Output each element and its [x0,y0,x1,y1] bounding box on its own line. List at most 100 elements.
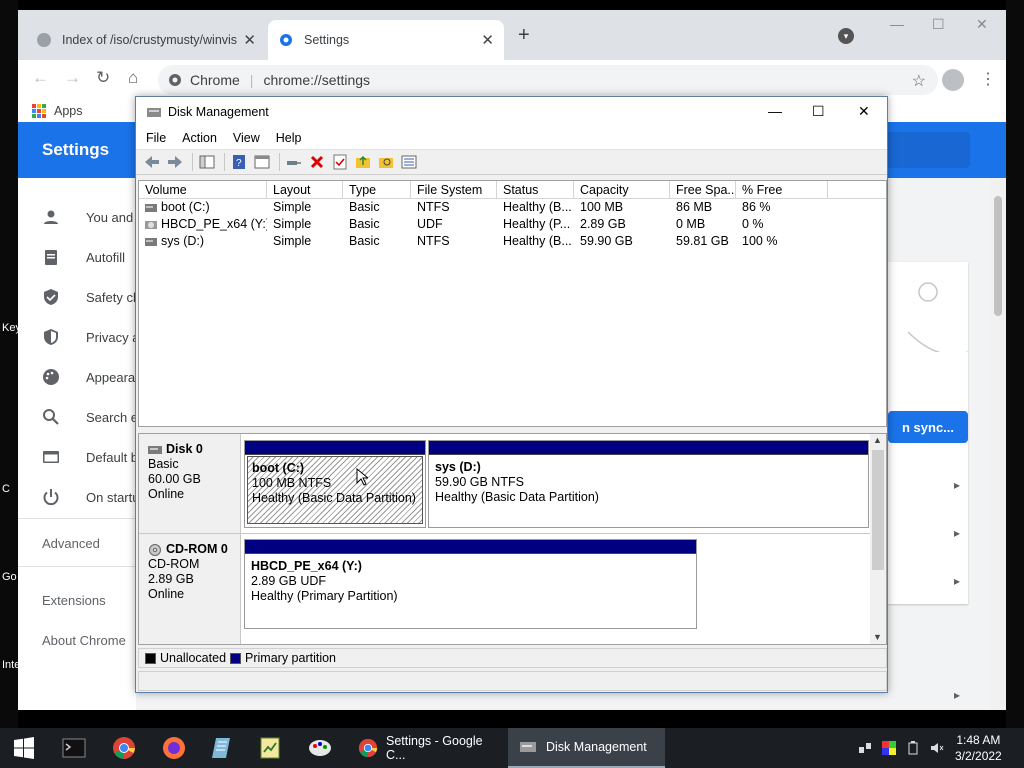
minimize-icon[interactable]: — [890,16,904,32]
folder-up-icon[interactable] [353,153,373,171]
back-button[interactable]: ← [32,68,49,88]
pane-splitter[interactable] [138,428,887,432]
disk-0-info[interactable]: Disk 0 Basic 60.00 GB Online [139,434,241,534]
menu-view[interactable]: View [233,131,260,145]
sidebar-item-safety-check[interactable]: Safety cl [42,288,142,306]
partition-name: sys (D:) [435,460,481,474]
col-status[interactable]: Status [497,181,574,198]
url-text: chrome://settings [263,72,371,88]
sidebar-about-chrome[interactable]: About Chrome [42,633,126,648]
sidebar-item-search-engine[interactable]: Search e [42,408,142,426]
dm-titlebar[interactable]: Disk Management — ☐ ✕ [136,97,887,127]
notes-app-icon[interactable] [210,736,234,760]
maximize-icon[interactable]: ☐ [812,103,825,120]
col-type[interactable]: Type [343,181,411,198]
cell-volume: boot (C:) [161,200,210,214]
sidebar-item-appearance[interactable]: Appeara [42,368,142,386]
cell-free: 0 MB [676,217,706,231]
properties-view-icon[interactable] [252,153,272,171]
cdrom-0-info[interactable]: CD-ROM 0 CD-ROM 2.89 GB Online [139,534,241,644]
terminal-icon[interactable] [62,736,86,760]
reload-button[interactable]: ↻ [96,68,110,88]
color-app-tray-icon[interactable] [882,741,896,755]
sidebar-extensions[interactable]: Extensions [42,593,106,608]
battery-icon[interactable] [906,741,920,755]
tab-search-button[interactable]: ▾ [838,28,854,44]
chevron-right-icon[interactable]: ▸ [954,688,960,702]
person-icon [44,210,58,224]
shield-check-icon [44,289,58,305]
chrome-icon[interactable] [112,736,136,760]
partition-hbcd-y[interactable]: HBCD_PE_x64 (Y:) 2.89 GB UDF Healthy (Pr… [244,539,697,629]
folder-search-icon[interactable] [376,153,396,171]
taskbar-clock[interactable]: 1:48 AM 3/2/2022 [955,732,1002,764]
partition-sys-d[interactable]: sys (D:) 59.90 GB NTFS Healthy (Basic Da… [428,440,869,528]
list-view-icon[interactable] [399,153,419,171]
table-row[interactable]: boot (C:) Simple Basic NTFS Healthy (B..… [139,199,886,216]
sidebar-item-privacy[interactable]: Privacy a [42,328,142,346]
check-properties-icon[interactable] [330,153,350,171]
bookmark-star-icon[interactable]: ☆ [912,71,926,91]
settings-scrollbar[interactable] [990,178,1006,710]
col-volume[interactable]: Volume [139,181,267,198]
sidebar-advanced[interactable]: Advanced [42,536,100,551]
table-row[interactable]: HBCD_PE_x64 (Y:) Simple Basic UDF Health… [139,216,886,233]
forward-button[interactable]: → [64,68,81,88]
new-tab-button[interactable]: + [518,24,530,47]
chevron-right-icon[interactable]: ▸ [954,574,960,588]
network-icon[interactable] [858,741,872,755]
col-file-system[interactable]: File System [411,181,497,198]
windows-start-icon[interactable] [12,736,36,760]
profile-avatar[interactable] [942,69,964,91]
taskbar-task-chrome-settings[interactable]: Settings - Google C... [348,728,504,768]
maximize-icon[interactable]: ☐ [932,16,945,33]
back-arrow-icon[interactable] [142,153,162,171]
paint-app-icon[interactable] [308,736,332,760]
menu-kebab-icon[interactable]: ⋮ [980,69,996,89]
close-icon[interactable]: ✕ [481,31,494,49]
table-row[interactable]: sys (D:) Simple Basic NTFS Healthy (B...… [139,233,886,250]
menu-file[interactable]: File [146,131,166,145]
address-bar[interactable]: Chrome | chrome://settings ☆ [158,65,938,95]
settings-search-box[interactable] [880,132,970,168]
speaker-muted-icon[interactable] [930,741,944,755]
forward-arrow-icon[interactable] [165,153,185,171]
home-button[interactable]: ⌂ [128,68,138,88]
show-hide-tree-icon[interactable] [197,153,217,171]
delete-x-icon[interactable] [307,153,327,171]
site-info[interactable]: Chrome [168,72,240,88]
close-window-icon[interactable]: ✕ [976,16,988,33]
chevron-right-icon[interactable]: ▸ [954,478,960,492]
turn-on-sync-button[interactable]: n sync... [888,411,968,443]
sidebar-item-default-browser[interactable]: Default b [42,448,142,466]
sidebar-item-autofill[interactable]: Autofill [42,248,142,266]
close-icon[interactable]: ✕ [858,103,870,120]
menu-action[interactable]: Action [182,131,217,145]
col-percent-free[interactable]: % Free [736,181,828,198]
taskbar-task-disk-management[interactable]: Disk Management [508,728,665,768]
sidebar-item-you-and-google[interactable]: You and [42,208,142,226]
firefox-icon[interactable] [162,736,186,760]
connect-icon[interactable] [284,153,304,171]
col-capacity[interactable]: Capacity [574,181,670,198]
scroll-up-arrow-icon[interactable]: ▲ [873,435,882,445]
tab-settings[interactable]: Settings ✕ [268,20,504,60]
scroll-down-arrow-icon[interactable]: ▼ [873,632,882,642]
col-layout[interactable]: Layout [267,181,343,198]
chevron-right-icon[interactable]: ▸ [954,526,960,540]
partition-boot-c[interactable]: boot (C:) 100 MB NTFS Healthy (Basic Dat… [244,440,426,528]
tab-index-iso[interactable]: Index of /iso/crustymusty/winvist ✕ [26,20,266,60]
sidebar-item-on-startup[interactable]: On startu [42,488,142,506]
menu-help[interactable]: Help [276,131,302,145]
minimize-icon[interactable]: — [768,103,782,119]
col-free-space[interactable]: Free Spa... [670,181,736,198]
help-icon[interactable]: ? [229,153,249,171]
desktop-text: C [2,483,10,495]
spreadsheet-icon[interactable] [258,736,282,760]
scrollbar-thumb[interactable] [994,196,1002,316]
close-icon[interactable]: ✕ [243,31,256,49]
scrollbar-thumb[interactable] [872,450,884,570]
disk-view-scrollbar[interactable]: ▲ ▼ [870,434,886,644]
apps-link[interactable]: Apps [54,104,83,118]
partition-size: 2.89 GB UDF [251,574,327,588]
